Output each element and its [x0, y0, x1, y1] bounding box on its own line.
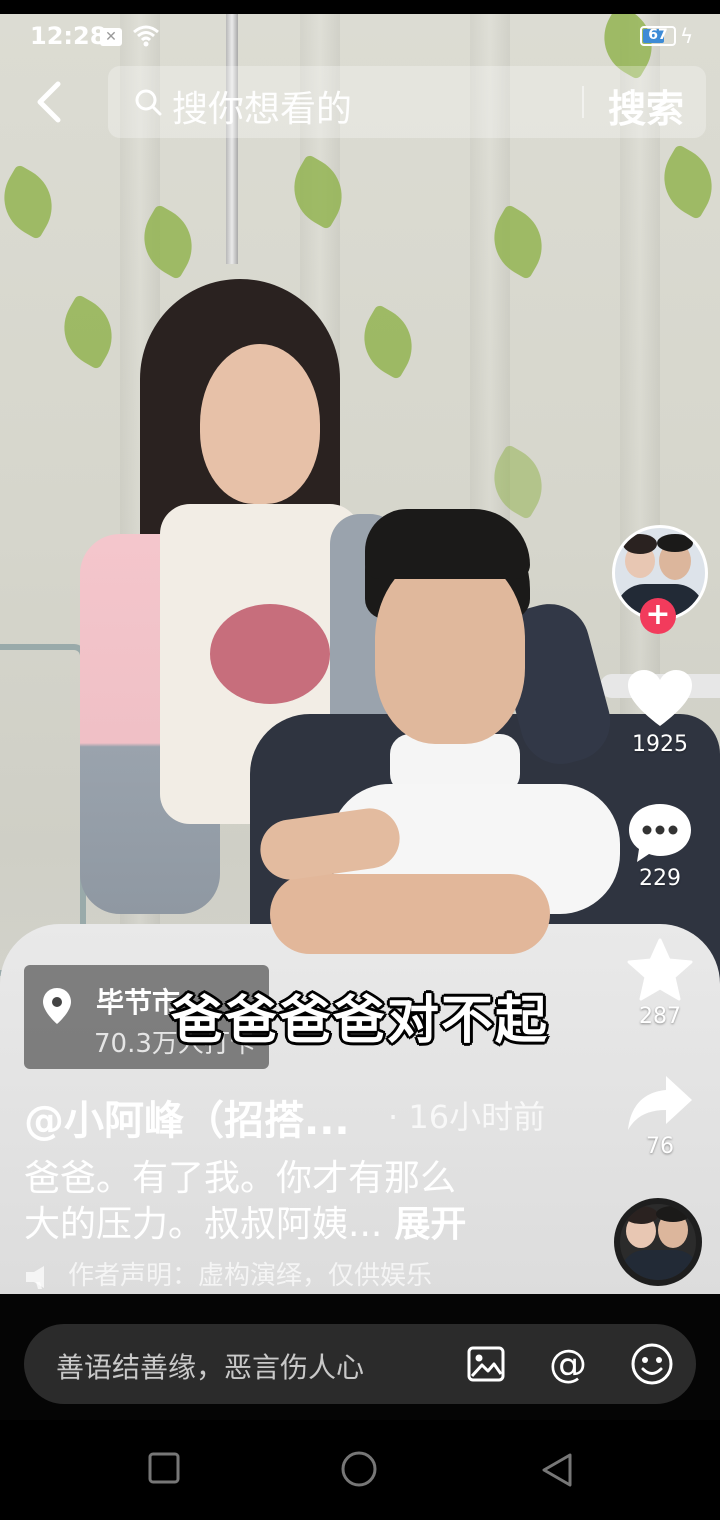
- battery-level: 67: [648, 27, 668, 43]
- like-button[interactable]: 1925: [620, 668, 700, 757]
- comment-count: 229: [639, 866, 681, 891]
- wifi-icon: [133, 25, 159, 47]
- comment-icon: [629, 804, 691, 862]
- author-disclaimer: 作者声明：虚构演绎，仅供娱乐: [24, 1255, 432, 1292]
- comment-placeholder: 善语结善缘，恶言伤人心: [56, 1351, 365, 1384]
- search-icon: [135, 89, 162, 116]
- comment-button[interactable]: 229: [620, 802, 700, 891]
- emoji-icon[interactable]: [630, 1342, 674, 1386]
- follow-button[interactable]: +: [640, 598, 676, 634]
- svg-text:@: @: [549, 1344, 587, 1384]
- search-divider: [582, 86, 584, 118]
- music-disc[interactable]: [614, 1198, 702, 1286]
- charging-icon: ϟ: [680, 24, 694, 48]
- status-bar: 12:28 ✕ 67 ϟ: [0, 14, 720, 62]
- status-time: 12:28: [30, 22, 107, 50]
- nav-square-icon[interactable]: [148, 1452, 180, 1484]
- speaker-icon: [26, 1265, 44, 1289]
- disclaimer-text: 作者声明：虚构演绎，仅供娱乐: [68, 1261, 433, 1291]
- share-button[interactable]: 76: [620, 1074, 700, 1159]
- nav-triangle-icon[interactable]: [540, 1452, 574, 1488]
- comment-input[interactable]: 善语结善缘，恶言伤人心 @: [24, 1324, 696, 1404]
- post-caption: 爸爸。有了我。你才有那么 大的压力。叔叔阿姨... 展开: [24, 1156, 584, 1248]
- search-input[interactable]: 搜你想看的: [172, 80, 352, 132]
- system-nav-bar: [0, 1420, 720, 1520]
- back-icon[interactable]: [30, 78, 72, 126]
- search-button[interactable]: 搜索: [608, 78, 684, 133]
- like-count: 1925: [632, 732, 688, 757]
- at-icon[interactable]: @: [546, 1344, 590, 1384]
- share-icon: [628, 1076, 692, 1130]
- post-time: · 16小时前: [388, 1098, 546, 1136]
- nav-circle-icon[interactable]: [340, 1450, 378, 1488]
- share-count: 76: [646, 1134, 674, 1159]
- heart-icon: [628, 670, 692, 726]
- video-subtitle: 爸爸爸爸对不起: [170, 991, 549, 1051]
- caption-line: 爸爸。有了我。你才有那么: [24, 1158, 457, 1199]
- author-name[interactable]: @小阿峰（招搭...: [24, 1088, 350, 1146]
- battery-icon: 67: [640, 26, 676, 46]
- notification-x-icon: ✕: [100, 28, 122, 46]
- expand-button[interactable]: 展开: [394, 1204, 466, 1245]
- image-icon[interactable]: [466, 1344, 506, 1384]
- search-bar[interactable]: 搜你想看的 搜索: [108, 66, 706, 138]
- caption-line: 大的压力。叔叔阿姨...: [24, 1204, 383, 1245]
